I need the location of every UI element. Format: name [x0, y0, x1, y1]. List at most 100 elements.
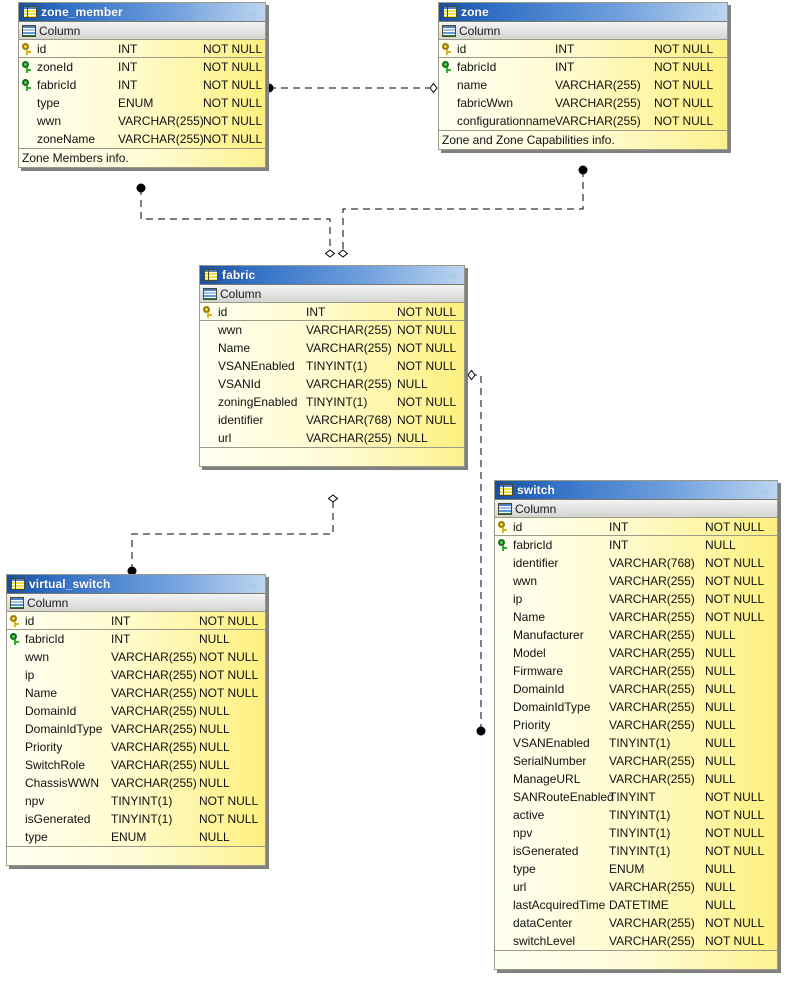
column-row[interactable]: ip VARCHAR(255) NOT NULL	[7, 666, 265, 684]
column-row[interactable]: SerialNumber VARCHAR(255) NULL	[495, 752, 777, 770]
column-row[interactable]: DomainIdType VARCHAR(255) NULL	[495, 698, 777, 716]
column-group-header[interactable]: Column	[7, 594, 265, 612]
column-row[interactable]: name VARCHAR(255) NOT NULL	[439, 76, 727, 94]
column-row[interactable]: ip VARCHAR(255) NOT NULL	[495, 590, 777, 608]
entity-table-switch[interactable]: switch Column id INT NOT NULL fabricId INT NULL…	[494, 480, 778, 970]
column-row[interactable]: type ENUM NULL	[7, 828, 265, 846]
column-row[interactable]: Name VARCHAR(255) NOT NULL	[200, 339, 464, 357]
column-group-header[interactable]: Column	[439, 22, 727, 40]
column-row[interactable]: Name VARCHAR(255) NOT NULL	[495, 608, 777, 626]
column-row[interactable]: id INT NOT NULL	[439, 40, 727, 58]
no-key-icon	[497, 880, 513, 894]
collapse-arrow-icon[interactable]	[709, 8, 722, 17]
entity-table-virtual_switch[interactable]: virtual_switch Column id INT NOT NULL fabricI…	[6, 574, 266, 866]
column-type: TINYINT(1)	[609, 826, 671, 840]
column-row[interactable]: Firmware VARCHAR(255) NULL	[495, 662, 777, 680]
relationship-fabric-to-zone_member[interactable]	[136, 183, 336, 258]
entity-title-bar[interactable]: switch	[495, 481, 777, 500]
column-row[interactable]: VSANEnabled TINYINT(1) NOT NULL	[200, 357, 464, 375]
column-row[interactable]: configurationname VARCHAR(255) NOT NULL	[439, 112, 727, 130]
collapse-arrow-icon[interactable]	[247, 580, 260, 589]
column-row[interactable]: DomainId VARCHAR(255) NULL	[7, 702, 265, 720]
column-row[interactable]: id INT NOT NULL	[7, 612, 265, 630]
column-row[interactable]: type ENUM NOT NULL	[19, 94, 265, 112]
column-row[interactable]: id INT NOT NULL	[19, 40, 265, 58]
column-name: VSANEnabled	[513, 736, 590, 750]
relationship-fabric-to-zone[interactable]	[337, 165, 588, 258]
column-row[interactable]: VSANId VARCHAR(255) NULL	[200, 375, 464, 393]
column-row[interactable]: wwn VARCHAR(255) NOT NULL	[19, 112, 265, 130]
collapse-arrow-icon[interactable]	[759, 486, 772, 495]
relationship-fabric-to-virtual_switch[interactable]	[127, 494, 339, 576]
column-row[interactable]: lastAcquiredTime DATETIME NULL	[495, 896, 777, 914]
column-row[interactable]: fabricId INT NOT NULL	[439, 58, 727, 76]
column-row[interactable]: ChassisWWN VARCHAR(255) NULL	[7, 774, 265, 792]
column-row[interactable]: VSANEnabled TINYINT(1) NULL	[495, 734, 777, 752]
column-row[interactable]: Priority VARCHAR(255) NULL	[7, 738, 265, 756]
collapse-arrow-icon[interactable]	[247, 8, 260, 17]
column-nullability: NULL	[705, 736, 736, 750]
column-row[interactable]: SANRouteEnabled TINYINT NOT NULL	[495, 788, 777, 806]
link-endpoint-diamond	[327, 494, 339, 503]
column-row[interactable]: Manufacturer VARCHAR(255) NULL	[495, 626, 777, 644]
column-row[interactable]: isGenerated TINYINT(1) NOT NULL	[7, 810, 265, 828]
column-row[interactable]: wwn VARCHAR(255) NOT NULL	[200, 321, 464, 339]
column-row[interactable]: fabricId INT NULL	[495, 536, 777, 554]
column-row[interactable]: zoneId INT NOT NULL	[19, 58, 265, 76]
column-group-header[interactable]: Column	[200, 285, 464, 303]
column-row[interactable]: npv TINYINT(1) NOT NULL	[495, 824, 777, 842]
column-nullability: NULL	[199, 632, 230, 646]
entity-title-bar[interactable]: virtual_switch	[7, 575, 265, 594]
column-row[interactable]: fabricId INT NOT NULL	[19, 76, 265, 94]
column-group-header[interactable]: Column	[19, 22, 265, 40]
column-row[interactable]: wwn VARCHAR(255) NOT NULL	[495, 572, 777, 590]
link-endpoint-diamond	[324, 249, 336, 258]
column-type: VARCHAR(255)	[609, 664, 695, 678]
column-row[interactable]: fabricWwn VARCHAR(255) NOT NULL	[439, 94, 727, 112]
relationship-zone-to-zone_member[interactable]	[264, 82, 438, 94]
column-nullability: NULL	[397, 377, 428, 391]
column-row[interactable]: npv TINYINT(1) NOT NULL	[7, 792, 265, 810]
column-row[interactable]: Model VARCHAR(255) NULL	[495, 644, 777, 662]
column-row[interactable]: id INT NOT NULL	[495, 518, 777, 536]
entity-title-bar[interactable]: fabric	[200, 266, 464, 285]
column-row[interactable]: DomainId VARCHAR(255) NULL	[495, 680, 777, 698]
column-row[interactable]: zoneName VARCHAR(255) NOT NULL	[19, 130, 265, 148]
column-nullability: NOT NULL	[705, 592, 765, 606]
column-row[interactable]: url VARCHAR(255) NULL	[200, 429, 464, 447]
er-diagram-canvas[interactable]: zone_member Column id INT NOT NULL zoneId INT N…	[0, 0, 786, 987]
entity-table-zone_member[interactable]: zone_member Column id INT NOT NULL zoneId INT N…	[18, 2, 266, 168]
relationship-fabric-to-switch[interactable]	[467, 369, 486, 736]
column-row[interactable]: identifier VARCHAR(768) NOT NULL	[495, 554, 777, 572]
column-row[interactable]: id INT NOT NULL	[200, 303, 464, 321]
column-row[interactable]: switchLevel VARCHAR(255) NOT NULL	[495, 932, 777, 950]
column-row[interactable]: dataCenter VARCHAR(255) NOT NULL	[495, 914, 777, 932]
column-row[interactable]: ManageURL VARCHAR(255) NULL	[495, 770, 777, 788]
column-row[interactable]: SwitchRole VARCHAR(255) NULL	[7, 756, 265, 774]
entity-title-bar[interactable]: zone_member	[19, 3, 265, 22]
columns-group-icon	[442, 24, 456, 37]
column-group-header[interactable]: Column	[495, 500, 777, 518]
column-name: fabricId	[457, 60, 497, 74]
column-row[interactable]: fabricId INT NULL	[7, 630, 265, 648]
column-row[interactable]: wwn VARCHAR(255) NOT NULL	[7, 648, 265, 666]
column-row[interactable]: Name VARCHAR(255) NOT NULL	[7, 684, 265, 702]
column-row[interactable]: type ENUM NULL	[495, 860, 777, 878]
entity-table-fabric[interactable]: fabric Column id INT NOT NULL wwn VARCHAR(255)…	[199, 265, 465, 467]
column-row[interactable]: identifier VARCHAR(768) NOT NULL	[200, 411, 464, 429]
column-row[interactable]: DomainIdType VARCHAR(255) NULL	[7, 720, 265, 738]
column-row[interactable]: isGenerated TINYINT(1) NOT NULL	[495, 842, 777, 860]
column-row[interactable]: url VARCHAR(255) NULL	[495, 878, 777, 896]
column-row[interactable]: Priority VARCHAR(255) NULL	[495, 716, 777, 734]
column-nullability: NULL	[705, 700, 736, 714]
column-name: fabricId	[25, 632, 65, 646]
column-name: DomainIdType	[513, 700, 591, 714]
column-name: configurationname	[457, 114, 556, 128]
column-row[interactable]: active TINYINT(1) NOT NULL	[495, 806, 777, 824]
collapse-arrow-icon[interactable]	[446, 271, 459, 280]
column-row[interactable]: zoningEnabled TINYINT(1) NOT NULL	[200, 393, 464, 411]
primary-key-icon	[202, 305, 218, 319]
entity-table-zone[interactable]: zone Column id INT NOT NULL fabricId INT NOT NU…	[438, 2, 728, 150]
entity-title-bar[interactable]: zone	[439, 3, 727, 22]
no-key-icon	[497, 790, 513, 804]
